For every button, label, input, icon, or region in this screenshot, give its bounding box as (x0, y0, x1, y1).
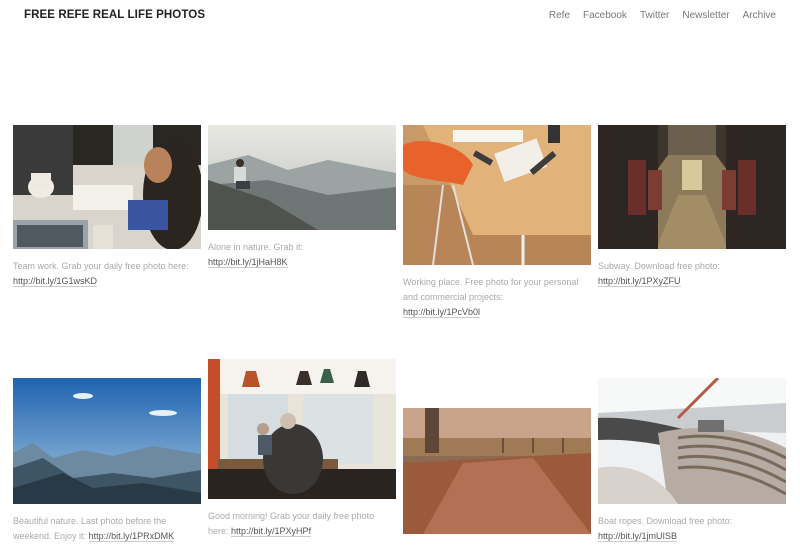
post-caption: Working place. Free photo for your perso… (403, 277, 579, 318)
beautiful-nature-photo[interactable] (13, 378, 201, 504)
subway-photo[interactable] (598, 125, 786, 249)
working-place-photo[interactable] (403, 125, 591, 265)
post-link[interactable]: http://bit.ly/1jHaH8K (208, 257, 288, 268)
autumn-path-photo[interactable] (403, 408, 591, 534)
post-caption: Alone in nature. Grab it: http://bit.ly/… (208, 242, 304, 268)
good-morning-photo[interactable] (208, 359, 396, 499)
post-card: Working place. Free photo for your perso… (403, 125, 591, 320)
post-caption: Beautiful nature. Last photo before the … (13, 516, 175, 542)
post-card: Team work. Grab your daily free photo he… (13, 125, 201, 289)
post-link[interactable]: http://bit.ly/1jmUISB (598, 531, 678, 542)
post-card: Alone in nature. Grab it: http://bit.ly/… (208, 125, 396, 270)
alone-in-nature-photo[interactable] (208, 125, 396, 230)
post-link[interactable]: http://bit.ly/1G1wsKD (13, 276, 98, 287)
post-link[interactable]: http://bit.ly/1PRxDMK (88, 531, 175, 542)
post-caption: Boat ropes. Download free photo: http://… (598, 516, 733, 542)
post-card (403, 408, 591, 534)
post-card: Good morning! Grab your daily free photo… (208, 359, 396, 539)
boat-ropes-photo[interactable] (598, 378, 786, 504)
post-caption: Subway. Download free photo: http://bit.… (598, 261, 720, 287)
post-link[interactable]: http://bit.ly/1PXyZFU (598, 276, 681, 287)
post-caption: Good morning! Grab your daily free photo… (208, 511, 375, 537)
post-caption: Team work. Grab your daily free photo he… (13, 261, 189, 287)
post-link[interactable]: http://bit.ly/1PXyHPf (231, 526, 312, 537)
photo-grid: Team work. Grab your daily free photo he… (0, 0, 800, 546)
team-work-photo[interactable] (13, 125, 201, 249)
post-card: Boat ropes. Download free photo: http://… (598, 378, 786, 544)
post-link[interactable]: http://bit.ly/1PcVb0l (403, 307, 481, 318)
post-card: Subway. Download free photo: http://bit.… (598, 125, 786, 289)
post-card: Beautiful nature. Last photo before the … (13, 378, 201, 544)
